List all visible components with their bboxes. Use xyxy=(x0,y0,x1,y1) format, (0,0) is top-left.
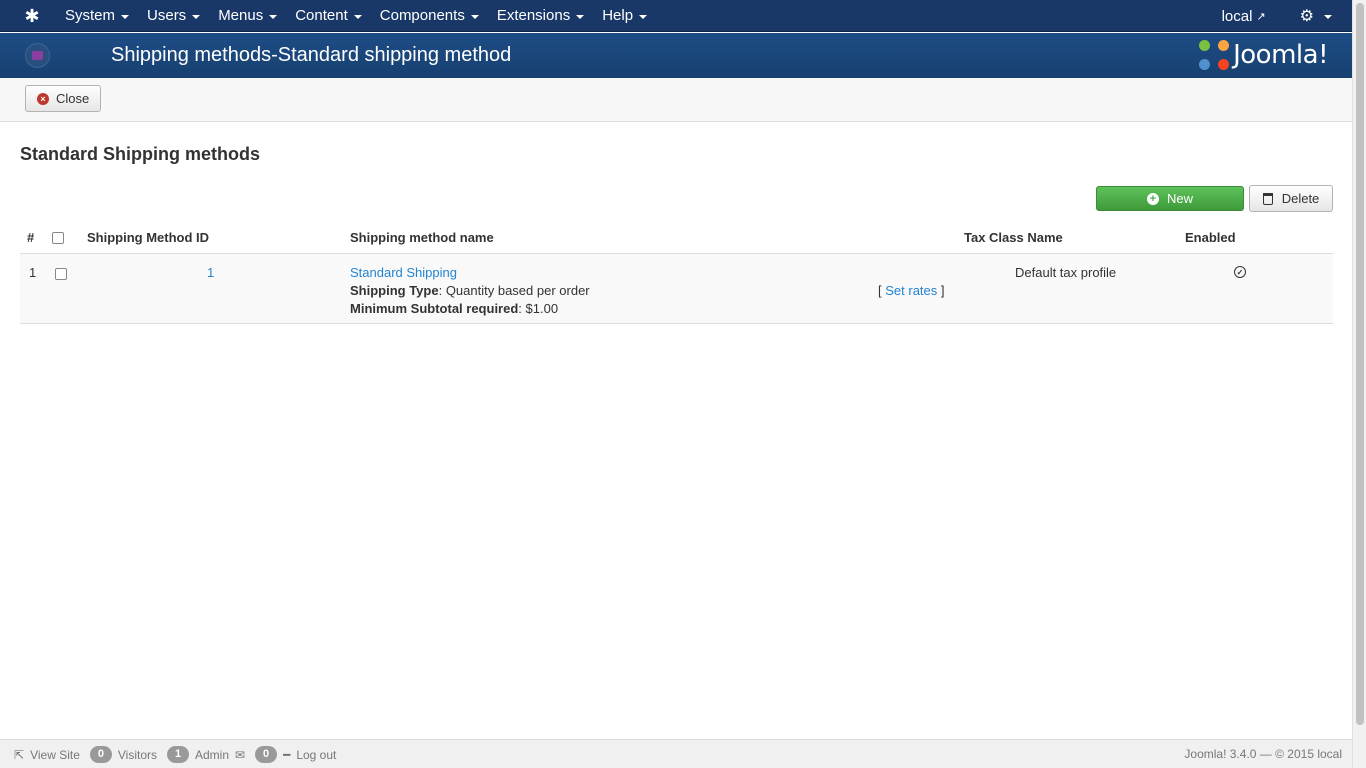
joomla-wordmark: Joomla! xyxy=(1233,40,1328,70)
caret-down-icon xyxy=(1324,15,1332,19)
menu-help[interactable]: Help xyxy=(593,0,656,32)
set-rates-wrapper: [ Set rates ] xyxy=(878,283,945,298)
col-tax[interactable]: Tax Class Name xyxy=(964,230,1063,245)
select-all-checkbox[interactable] xyxy=(52,232,64,244)
page-title: Shipping methods-Standard shipping metho… xyxy=(111,44,512,66)
settings-menu[interactable]: ⚙ xyxy=(1300,6,1332,26)
joomla-logo: Joomla! xyxy=(1199,38,1328,72)
section-heading: Standard Shipping methods xyxy=(20,144,261,164)
visitors-label: Visitors xyxy=(117,747,157,762)
plus-circle-icon: + xyxy=(1146,192,1159,205)
top-navbar: ✱ System Users Menus Content Components … xyxy=(0,0,1352,32)
new-button[interactable]: + New xyxy=(1096,186,1244,211)
caret-down-icon xyxy=(353,15,362,19)
cart-icon xyxy=(25,43,50,68)
menu-users[interactable]: Users xyxy=(138,0,209,32)
minimum-subtotal: Minimum Subtotal required: $1.00 xyxy=(350,301,559,316)
version-info: Joomla! 3.4.0 — © 2015 local xyxy=(1184,747,1342,761)
messages-badge: 0 xyxy=(255,746,278,763)
caret-down-icon xyxy=(192,15,201,19)
admin-label: Admin xyxy=(195,747,230,762)
table-row: 1 1 Standard Shipping Shipping Type: Qua… xyxy=(20,254,1333,324)
toolbar: × Close xyxy=(0,78,1352,122)
vertical-scrollbar[interactable] xyxy=(1352,0,1366,768)
close-icon: × xyxy=(37,92,49,105)
close-button[interactable]: × Close xyxy=(25,85,102,112)
external-link-icon: ↗ xyxy=(1256,10,1266,23)
set-rates-link[interactable]: Set rates xyxy=(885,283,937,298)
joomla-icon[interactable]: ✱ xyxy=(22,6,42,26)
tax-class-name: Default tax profile xyxy=(1015,265,1117,280)
page-header: Shipping methods-Standard shipping metho… xyxy=(0,33,1352,78)
navbar-right: local ↗ ⚙ xyxy=(1222,0,1332,32)
row-number: 1 xyxy=(29,265,37,280)
method-id-link[interactable]: 1 xyxy=(207,265,214,280)
row-checkbox[interactable] xyxy=(55,268,67,280)
delete-button[interactable]: Delete xyxy=(1249,185,1333,212)
share-icon: ⇱ xyxy=(14,747,25,762)
menu-content[interactable]: Content xyxy=(286,0,371,32)
menu-components[interactable]: Components xyxy=(371,0,488,32)
shipping-methods-table: # Shipping Method ID Shipping method nam… xyxy=(20,224,1333,324)
method-name-link[interactable]: Standard Shipping xyxy=(350,265,457,280)
joomla-logo-mark-icon xyxy=(1199,40,1230,70)
col-num: # xyxy=(27,230,35,245)
table-header: # Shipping Method ID Shipping method nam… xyxy=(20,224,1333,254)
status-footer: ⇱ View Site 0 Visitors 1 Admin ✉ 0 ━ Log… xyxy=(0,739,1352,768)
caret-down-icon xyxy=(269,15,278,19)
caret-down-icon xyxy=(121,15,130,19)
menu-menus[interactable]: Menus xyxy=(209,0,286,32)
col-id[interactable]: Shipping Method ID xyxy=(87,230,209,245)
caret-down-icon xyxy=(470,15,479,19)
col-name[interactable]: Shipping method name xyxy=(350,230,494,245)
admin-badge: 1 xyxy=(167,746,189,763)
envelope-icon: ✉ xyxy=(235,747,246,762)
menu-system[interactable]: System xyxy=(56,0,138,32)
scrollbar-thumb[interactable] xyxy=(1356,3,1364,725)
col-enabled[interactable]: Enabled xyxy=(1185,230,1236,245)
shipping-type: Shipping Type: Quantity based per order xyxy=(350,283,590,298)
minus-icon: ━ xyxy=(283,747,291,762)
gear-icon: ⚙ xyxy=(1299,8,1314,25)
logout-link[interactable]: Log out xyxy=(296,748,336,762)
menu-extensions[interactable]: Extensions xyxy=(488,0,593,32)
caret-down-icon xyxy=(639,15,648,19)
site-link[interactable]: local ↗ xyxy=(1222,8,1266,25)
enabled-check-icon[interactable]: ✓ xyxy=(1234,266,1246,278)
trash-icon xyxy=(1262,192,1273,205)
visitors-badge: 0 xyxy=(89,746,112,763)
caret-down-icon xyxy=(576,15,585,19)
view-site-link[interactable]: View Site xyxy=(30,748,80,762)
main-menu: System Users Menus Content Components Ex… xyxy=(56,0,656,32)
